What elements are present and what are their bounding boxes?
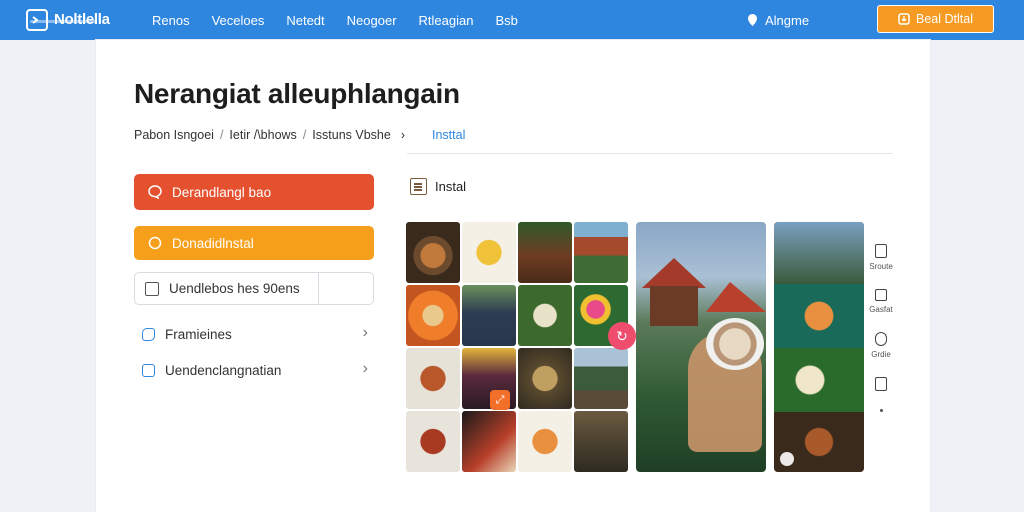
photo-tile[interactable] — [574, 222, 628, 283]
tool-label-1: Sroute — [869, 262, 893, 271]
breadcrumb-item-2[interactable]: Ietir /\bhows — [229, 128, 296, 142]
phone-2-mid-image — [774, 284, 864, 348]
play-icon[interactable] — [780, 452, 794, 466]
page-title: Nerangiat alleuphlangain — [134, 78, 460, 109]
nav-item-4[interactable]: Neogoer — [347, 13, 397, 28]
breadcrumb-separator: / — [302, 128, 307, 142]
checkbox[interactable] — [145, 281, 159, 296]
gallery-header: Instal — [410, 178, 466, 195]
nav-item-5[interactable]: Rtleagian — [419, 13, 474, 28]
photo-tile[interactable] — [406, 285, 460, 346]
nav-item-1[interactable]: Renos — [152, 13, 190, 28]
header-divider — [407, 153, 893, 154]
document-icon — [410, 178, 427, 195]
phone-2-lower-image — [774, 348, 864, 412]
link-row-1[interactable]: Framieines › — [142, 322, 374, 346]
square-icon — [874, 289, 887, 301]
photo-tile[interactable] — [462, 411, 516, 472]
main-nav: Renos Veceloes Netedt Neogoer Rtleagian … — [152, 0, 518, 40]
breadcrumb-active-item[interactable]: Insttal — [432, 128, 465, 142]
chevron-right-icon: › — [362, 360, 368, 377]
link-label-2: Uendenclangnatian — [165, 362, 282, 378]
breadcrumb-item-3[interactable]: Isstuns Vbshe — [312, 128, 391, 142]
breadcrumb-chevron-icon: › — [400, 128, 405, 142]
tool-more[interactable] — [875, 377, 887, 412]
circle-icon — [148, 236, 162, 250]
nav-item-3[interactable]: Netedt — [286, 13, 324, 28]
square-icon — [142, 363, 155, 377]
primary-action-label: Derandlangl bao — [172, 184, 272, 200]
tool-grid[interactable]: Grdie — [871, 332, 891, 359]
photo-tile[interactable] — [462, 222, 516, 283]
house-roof — [642, 258, 706, 288]
phone-preview-1[interactable] — [636, 222, 766, 472]
phone-preview-2[interactable] — [774, 222, 864, 472]
photo-tile[interactable] — [462, 285, 516, 346]
link-row-2[interactable]: Uendenclangnatian › — [142, 358, 374, 382]
grid-icon — [875, 332, 887, 346]
photo-tile[interactable] — [518, 411, 572, 472]
food-bowl-image — [706, 318, 764, 370]
route-icon — [874, 244, 887, 258]
breadcrumb: Pabon Isngoei / Ietir /\bhows / Isstuns … — [134, 128, 405, 142]
house-roof-2 — [706, 282, 766, 312]
chat-icon — [142, 327, 155, 341]
photo-tile[interactable] — [406, 222, 460, 283]
language-selector[interactable]: Alngme — [748, 0, 809, 40]
header-cta-button[interactable]: Beal Dtltal — [877, 5, 994, 33]
tool-label-3: Grdie — [871, 350, 891, 359]
photo-grid — [406, 222, 628, 472]
bookmark-icon — [875, 377, 887, 391]
cta-label: Beal Dtltal — [916, 12, 973, 26]
download-icon — [898, 13, 910, 25]
gallery-heading: Instal — [435, 179, 467, 194]
nav-item-6[interactable]: Bsb — [495, 13, 517, 28]
secondary-action-label: Donadidlnstal — [172, 235, 254, 251]
nav-item-2[interactable]: Veceloes — [212, 13, 265, 28]
checkbox-field[interactable]: Uendlebos hes 90ens — [134, 272, 374, 305]
photo-tile[interactable] — [406, 348, 460, 409]
chevron-right-icon: › — [362, 324, 368, 341]
chat-bubble-icon — [148, 185, 162, 199]
more-dot-icon — [879, 409, 883, 412]
side-toolbar: Sroute Gasfat Grdie — [864, 244, 898, 412]
tool-format[interactable]: Gasfat — [869, 289, 893, 314]
photo-tile[interactable] — [518, 348, 572, 409]
link-label-1: Framieines — [165, 326, 232, 342]
location-pin-icon — [748, 14, 757, 26]
tool-route[interactable]: Sroute — [869, 244, 893, 271]
breadcrumb-item-1[interactable]: Pabon Isngoei — [134, 128, 214, 142]
breadcrumb-separator: / — [219, 128, 224, 142]
tool-label-2: Gasfat — [869, 305, 893, 314]
language-label: Alngme — [765, 12, 810, 28]
house-body — [650, 286, 698, 326]
photo-tile[interactable] — [574, 411, 628, 472]
logo-tagline-bar — [30, 20, 96, 23]
photo-tile[interactable] — [574, 348, 628, 409]
share-badge-icon[interactable]: ⤢ — [490, 390, 510, 410]
photo-tile[interactable] — [518, 285, 572, 346]
photo-tile[interactable] — [518, 222, 572, 283]
checkbox-row[interactable]: Uendlebos hes 90ens — [135, 273, 319, 304]
refresh-badge-icon[interactable]: ↻ — [608, 322, 636, 350]
checkbox-label: Uendlebos hes 90ens — [169, 281, 300, 296]
primary-action-button[interactable]: Derandlangl bao — [134, 174, 374, 210]
phone-2-top-image — [774, 222, 864, 284]
top-navigation-bar: Noltlella Renos Veceloes Netedt Neogoer … — [0, 0, 1024, 40]
photo-tile[interactable] — [406, 411, 460, 472]
secondary-action-button[interactable]: Donadidlnstal — [134, 226, 374, 260]
phone-status-bar — [642, 226, 760, 234]
